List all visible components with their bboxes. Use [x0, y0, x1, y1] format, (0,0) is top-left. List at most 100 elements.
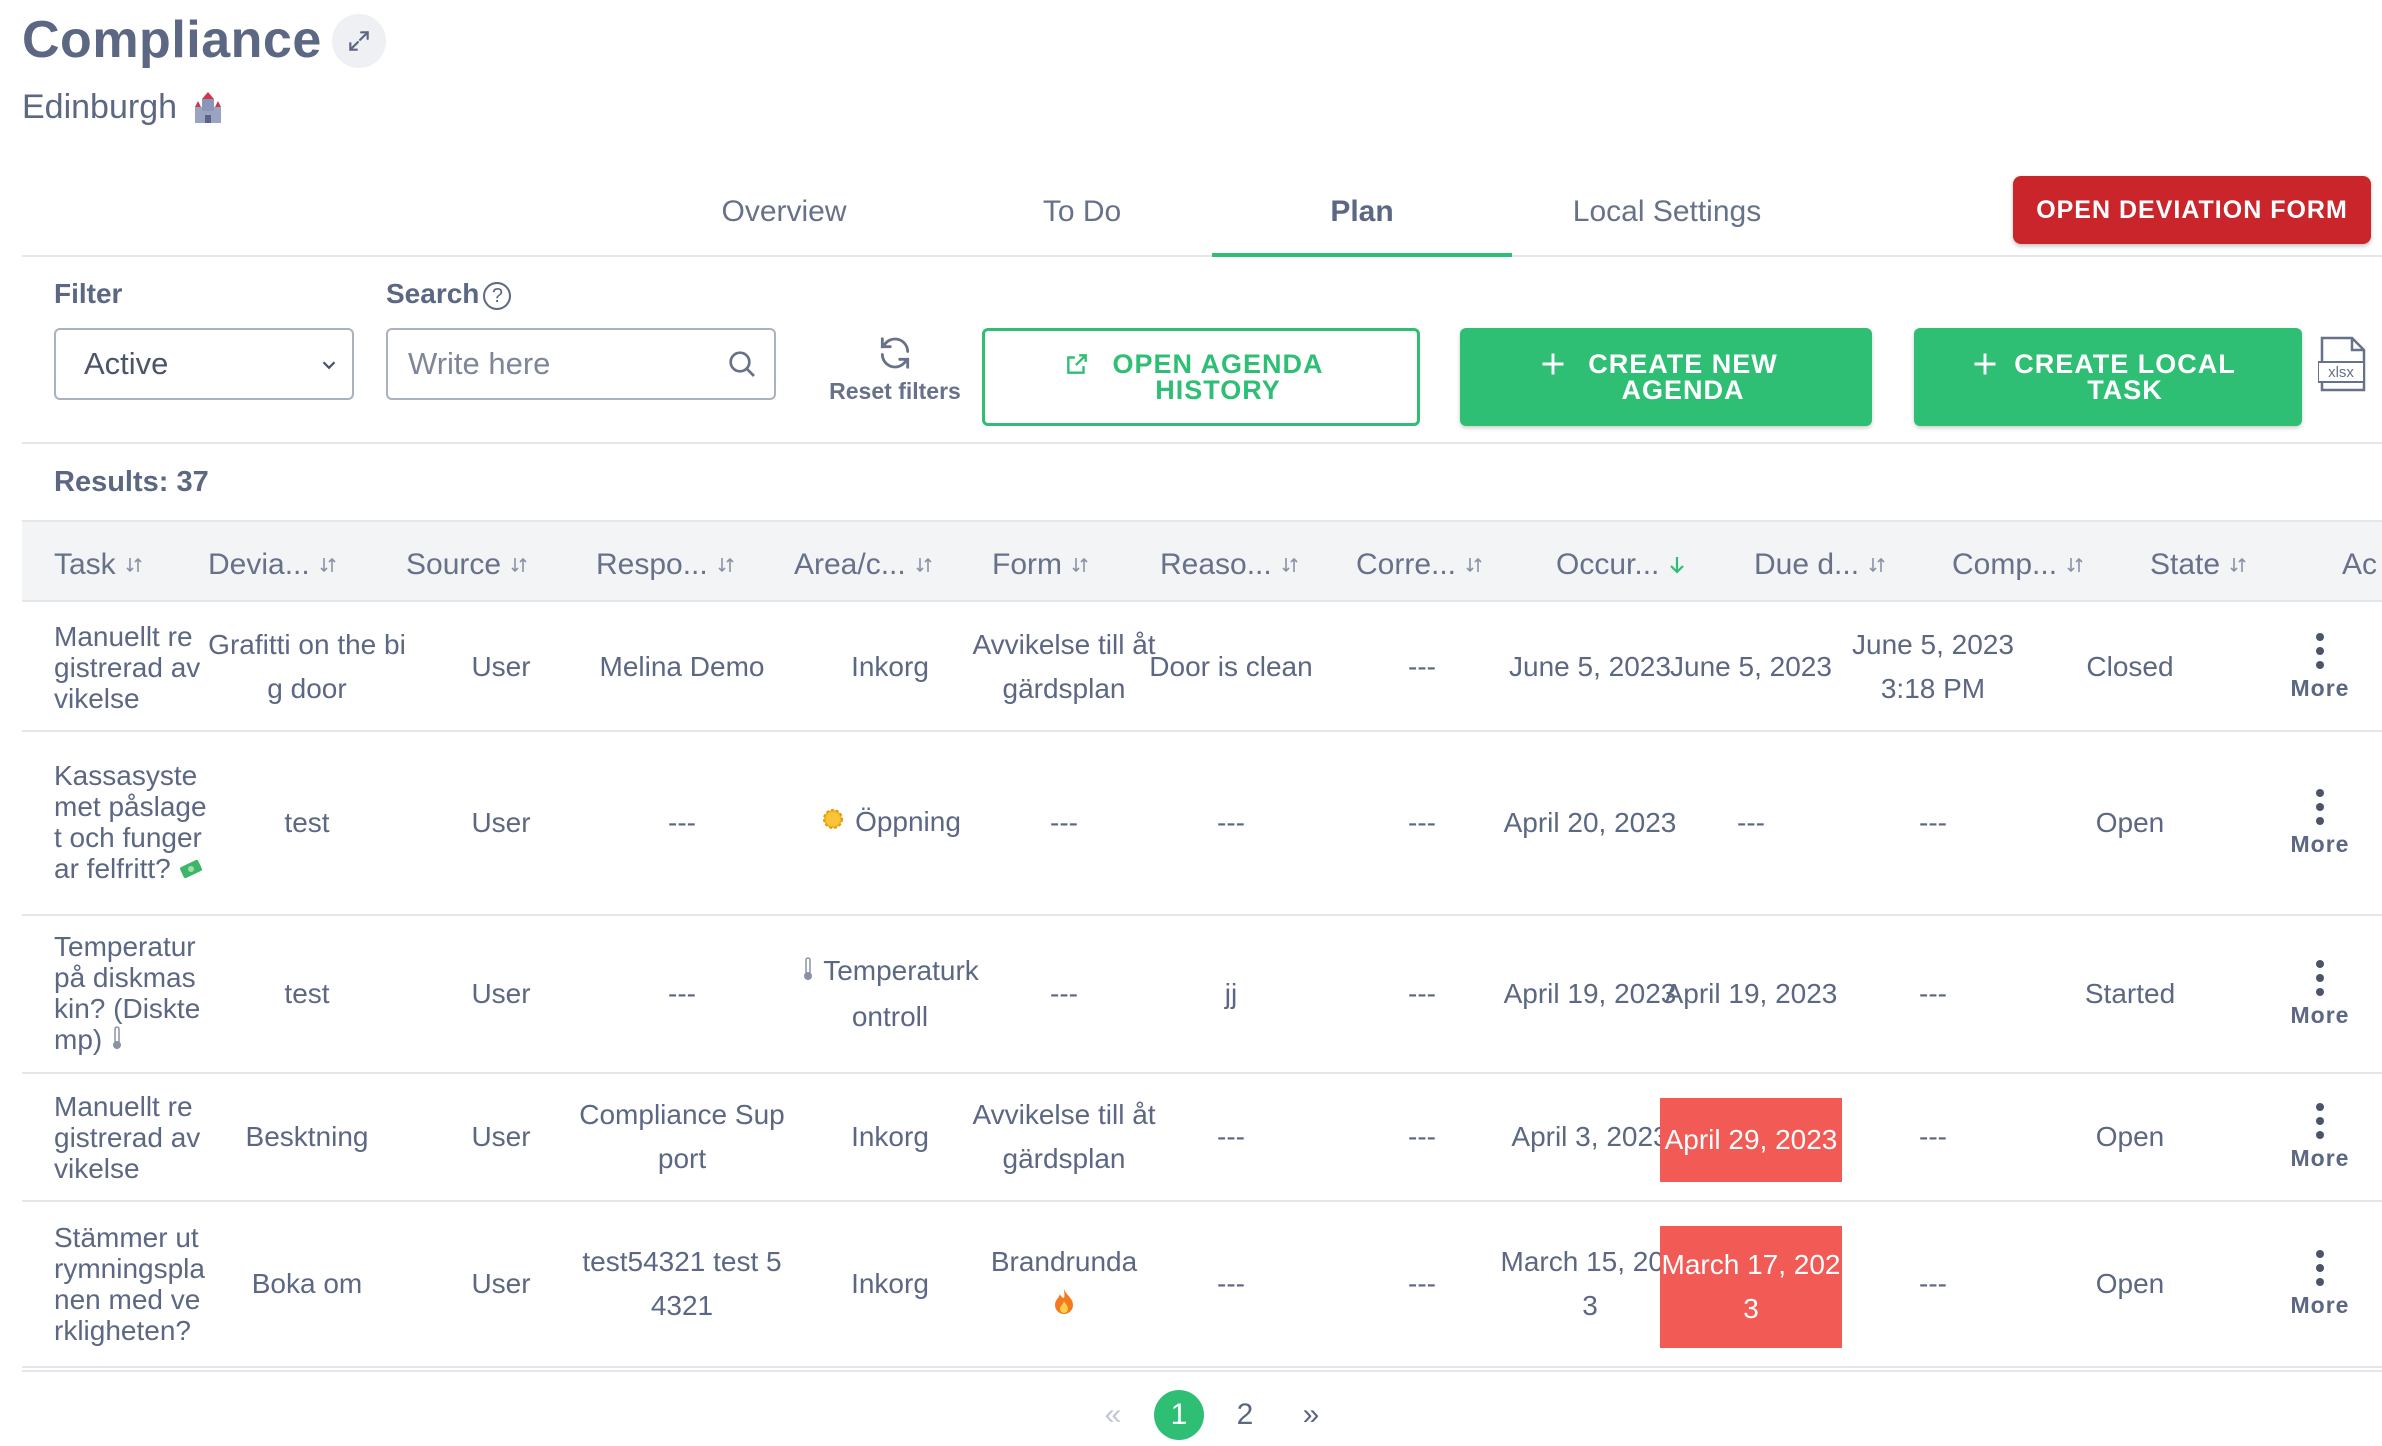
column-header-label: Task [54, 548, 116, 581]
table-row[interactable]: Kassasystemet påslaget och fungerar felf… [22, 732, 2382, 916]
table-row[interactable]: Manuellt registrerad avvikelse Grafitti o… [22, 604, 2382, 732]
more-button[interactable]: More [2258, 732, 2382, 914]
column-header[interactable]: Due d... [1754, 548, 1887, 582]
cell-state-text: Closed [2086, 645, 2173, 689]
tab-local-settings[interactable]: Local Settings [1522, 195, 1812, 257]
kebab-menu-icon [2316, 632, 2324, 669]
cell-deviation-text: test [284, 972, 329, 1016]
area-value: Temperaturkontroll [823, 955, 979, 1032]
cell-area: Inkorg [794, 604, 986, 730]
table-row[interactable]: Stämmer utrymningsplanen med verklighete… [22, 1202, 2382, 1368]
filter-value: Active [84, 346, 169, 381]
more-button[interactable]: More [2258, 916, 2382, 1072]
reason-value: --- [1217, 1121, 1245, 1152]
cell-source-text: User [471, 801, 530, 845]
reason-value: jj [1224, 978, 1238, 1009]
open-agenda-history-button[interactable]: OPEN AGENDA HISTORY [982, 328, 1420, 426]
pagination-next[interactable]: » [1278, 1388, 1344, 1442]
cell-form: Brandrunda [966, 1202, 1162, 1366]
column-header[interactable]: Respo... [596, 548, 736, 582]
cell-occurred-text: March 15, 2023 [1498, 1240, 1682, 1328]
search-input[interactable] [388, 330, 688, 398]
column-header-label: Area/c... [794, 548, 906, 581]
more-button[interactable]: More [2258, 604, 2382, 730]
cell-deviation-text: Grafitti on the big door [208, 623, 406, 711]
create-new-agenda-button[interactable]: CREATE NEW AGENDA [1460, 328, 1872, 426]
tab-overview[interactable]: Overview [664, 195, 904, 257]
cell-due-text: April 19, 2023 [1665, 972, 1838, 1016]
cell-source-text: User [471, 645, 530, 689]
create-local-task-button[interactable]: CREATE LOCAL TASK [1914, 328, 2302, 426]
cell-corrective-text: --- [1408, 645, 1436, 689]
column-header[interactable]: State [2150, 548, 2248, 582]
location-subtitle: Edinburgh [22, 88, 225, 127]
cell-due-text: --- [1737, 801, 1765, 845]
column-header-label: State [2150, 548, 2221, 581]
cell-occurred: April 19, 2023 [1498, 916, 1682, 1072]
expand-button[interactable] [332, 14, 386, 68]
tab-plan[interactable]: Plan [1212, 195, 1512, 257]
cell-state-text: Started [2085, 972, 2175, 1016]
cell-responsible-text: Melina Demo [600, 645, 765, 689]
more-button[interactable]: More [2258, 1202, 2382, 1366]
sort-icon [2230, 557, 2246, 573]
due-value: --- [1737, 807, 1765, 838]
tab-to-do[interactable]: To Do [962, 195, 1202, 257]
excel-export-icon[interactable]: xlsx [2318, 336, 2368, 392]
column-header[interactable]: Task [54, 548, 144, 582]
filter-select[interactable]: Active [54, 328, 354, 400]
cell-area-text: Öppning [819, 800, 961, 846]
column-header-label: Due d... [1754, 548, 1860, 581]
external-link-icon [1067, 354, 1087, 374]
responsible-value: --- [668, 807, 696, 838]
cell-responsible: --- [576, 916, 788, 1072]
column-header[interactable]: Area/c... [794, 548, 934, 582]
cell-form-text: --- [1050, 801, 1078, 845]
completed-value: --- [1919, 978, 1947, 1009]
column-header[interactable]: Reaso... [1160, 548, 1300, 582]
pagination-prev[interactable]: « [1080, 1388, 1146, 1442]
cell-occurred-text: April 20, 2023 [1504, 801, 1677, 845]
more-button[interactable]: More [2258, 1074, 2382, 1200]
cell-form: --- [966, 732, 1162, 914]
cell-corrective-text: --- [1408, 1115, 1436, 1159]
occurred-value: June 5, 2023 [1509, 651, 1671, 682]
column-header[interactable]: Ac [2342, 548, 2377, 582]
cell-deviation: test [208, 916, 406, 1072]
state-value: Closed [2086, 651, 2174, 682]
pagination-page-1[interactable]: 1 [1146, 1388, 1212, 1442]
cell-completed-text: --- [1919, 972, 1947, 1016]
cell-reason-text: jj [1225, 972, 1237, 1016]
search-label-wrap: Search? [386, 278, 512, 310]
column-header[interactable]: Corre... [1356, 548, 1484, 582]
cell-deviation: Grafitti on the big door [208, 604, 406, 730]
reason-value: --- [1217, 1268, 1245, 1299]
cell-source: User [406, 604, 596, 730]
column-header[interactable]: Comp... [1952, 548, 2085, 582]
sort-icon [2067, 557, 2083, 573]
cell-area: Inkorg [794, 1074, 986, 1200]
cell-completed-text: --- [1919, 801, 1947, 845]
table-row[interactable]: Manuellt registrerad avvikelse Besktning U… [22, 1074, 2382, 1202]
search-icon[interactable] [726, 348, 758, 380]
occurred-value: April 3, 2023 [1511, 1121, 1669, 1152]
cell-completed: --- [1842, 916, 2024, 1072]
help-icon[interactable]: ? [483, 281, 512, 310]
cell-area-text: Temperaturkontroll [794, 949, 986, 1039]
search-label: Search [386, 278, 480, 309]
money-icon [179, 855, 203, 886]
column-header[interactable]: Source [406, 548, 529, 582]
cell-deviation: Besktning [208, 1074, 406, 1200]
column-header-label: Comp... [1952, 548, 2058, 581]
column-header[interactable]: Devia... [208, 548, 338, 582]
cell-area: Temperaturkontroll [794, 916, 986, 1072]
column-header[interactable]: Occur... [1556, 548, 1687, 582]
cell-corrective-text: --- [1408, 972, 1436, 1016]
table-row[interactable]: Temperatur på diskmaskin? (Disktemp) test… [22, 916, 2382, 1074]
pagination-page-2[interactable]: 2 [1212, 1388, 1278, 1442]
open-deviation-form-button[interactable]: OPEN DEVIATION FORM [2013, 176, 2371, 244]
reset-filters-button[interactable]: Reset filters [818, 334, 972, 405]
column-header[interactable]: Form [992, 548, 1090, 582]
cell-source-text: User [471, 972, 530, 1016]
cell-occurred: April 3, 2023 [1498, 1074, 1682, 1200]
